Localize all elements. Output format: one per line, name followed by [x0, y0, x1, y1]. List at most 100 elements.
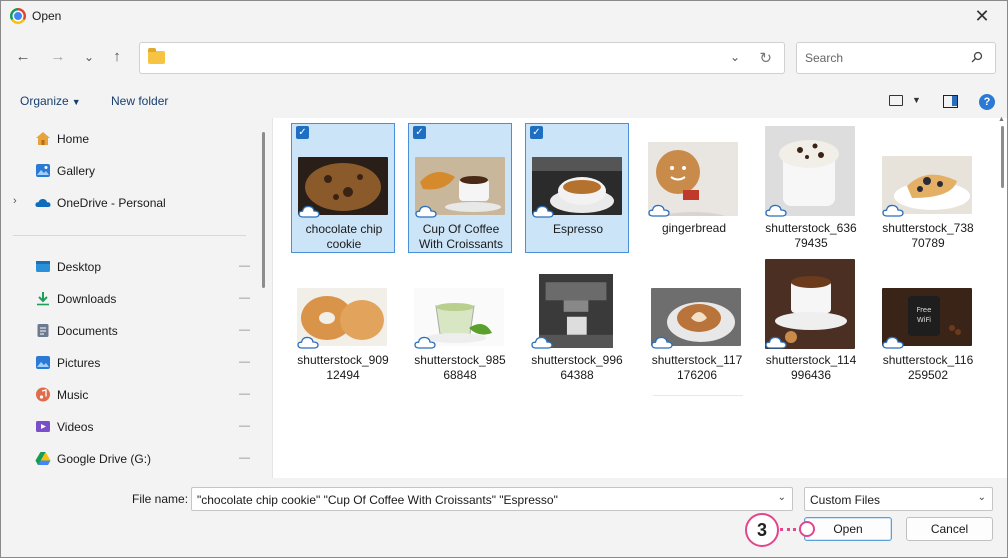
sidebar-item-gallery[interactable]: Gallery	[1, 157, 257, 185]
pin-icon: —	[239, 388, 250, 400]
forward-button[interactable]: →	[48, 47, 68, 67]
pin-icon: —	[239, 324, 250, 336]
checkbox-checked-icon[interactable]: ✓	[530, 126, 543, 139]
file-name-line1: shutterstock_909	[297, 353, 389, 367]
address-bar[interactable]: ⌄ ↻	[139, 42, 785, 74]
sidebar-item-label: Videos	[57, 420, 94, 434]
step-target-ring	[799, 521, 815, 537]
navigation-pane: Home Gallery › OneDrive - Personal Deskt…	[1, 118, 271, 478]
svg-text:Free: Free	[917, 306, 932, 314]
file-tile[interactable]: shutterstock_738 70789	[876, 123, 980, 253]
file-tile[interactable]: shutterstock_909 12494	[291, 255, 395, 385]
cloud-status-icon	[415, 205, 437, 218]
refresh-button[interactable]: ↻	[759, 49, 772, 67]
file-tile[interactable]: Free WiFi shutterstock_116 259502	[876, 255, 980, 385]
documents-icon	[37, 324, 49, 337]
expand-chevron-icon[interactable]: ›	[13, 195, 17, 207]
cloud-status-icon	[297, 336, 319, 349]
file-tile[interactable]: shutterstock_996 64388	[525, 255, 629, 385]
cloud-status-icon	[531, 336, 553, 349]
file-name-line2: 79435	[794, 236, 828, 250]
sidebar-item-videos[interactable]: Videos —	[1, 413, 257, 441]
file-name-line1: Espresso	[552, 222, 604, 236]
open-button[interactable]: Open	[804, 517, 892, 541]
command-bar: Organize ▼ New folder ▼ ?	[1, 87, 1007, 117]
file-type-value: Custom Files	[810, 493, 881, 507]
file-tile[interactable]: ✓ Cup Of Coffee With Croissants	[408, 123, 512, 253]
file-tile[interactable]: gingerbread	[642, 123, 746, 253]
onedrive-cloud-icon	[35, 198, 51, 207]
checkbox-checked-icon[interactable]: ✓	[413, 126, 426, 139]
partial-next-row-divider	[653, 395, 743, 396]
sidebar-item-label: Pictures	[57, 356, 101, 370]
search-input[interactable]: Search	[805, 51, 843, 65]
google-drive-icon	[35, 452, 51, 465]
cloud-status-icon	[882, 204, 904, 217]
pin-icon: —	[239, 260, 250, 272]
sidebar-item-music[interactable]: Music —	[1, 381, 257, 409]
preview-pane-icon[interactable]	[943, 95, 958, 108]
file-type-select[interactable]: Custom Files ⌄	[804, 487, 993, 511]
file-tile[interactable]: shutterstock_114 996436	[759, 255, 863, 385]
sidebar-item-label: Gallery	[57, 164, 96, 178]
view-options-caret-icon[interactable]: ▼	[912, 95, 921, 105]
file-name-line1: shutterstock_985	[414, 353, 506, 367]
file-tile[interactable]: ✓ Espresso	[525, 123, 629, 253]
cloud-status-icon	[298, 205, 320, 218]
up-button[interactable]: ↑	[107, 47, 127, 67]
pin-icon: —	[239, 452, 250, 464]
sidebar-item-pictures[interactable]: Pictures —	[1, 349, 257, 377]
close-button[interactable]: ✕	[971, 5, 993, 27]
file-name-line1: shutterstock_636	[765, 221, 857, 235]
help-icon[interactable]: ?	[979, 94, 995, 110]
new-folder-button[interactable]: New folder	[111, 94, 168, 108]
organize-button[interactable]: Organize ▼	[20, 94, 81, 108]
checkbox-checked-icon[interactable]: ✓	[296, 126, 309, 139]
file-tile[interactable]: shutterstock_117 176206	[645, 255, 749, 385]
sidebar-item-desktop[interactable]: Desktop —	[1, 253, 257, 281]
file-name-line1: shutterstock_116	[882, 353, 974, 367]
file-name-line1: chocolate chip	[305, 222, 383, 236]
sidebar-item-google-drive[interactable]: Google Drive (G:) —	[1, 445, 257, 473]
desktop-icon	[36, 261, 50, 272]
file-name-line2: 64388	[560, 368, 594, 382]
file-name-line2: 996436	[790, 368, 832, 382]
recent-locations-button[interactable]: ⌄	[79, 47, 99, 67]
cancel-button[interactable]: Cancel	[906, 517, 993, 541]
file-tile[interactable]: shutterstock_636 79435	[759, 123, 863, 253]
file-name-line1: gingerbread	[661, 221, 727, 235]
file-name-line2: 70789	[911, 236, 945, 250]
back-button[interactable]: ←	[13, 47, 33, 67]
file-name-input[interactable]: "chocolate chip cookie" "Cup Of Coffee W…	[191, 487, 793, 511]
sidebar-item-label: Documents	[57, 324, 118, 338]
sidebar-scrollbar-thumb[interactable]	[262, 132, 265, 288]
sidebar-item-label: Downloads	[57, 292, 117, 306]
sidebar-item-documents[interactable]: Documents —	[1, 317, 257, 345]
change-view-icon[interactable]	[889, 95, 903, 106]
music-icon	[36, 387, 50, 402]
file-name-line2: With Croissants	[418, 237, 504, 251]
file-tile[interactable]: ✓ chocolate chip cookie	[291, 123, 395, 253]
downloads-icon	[37, 292, 49, 306]
cloud-status-icon	[532, 205, 554, 218]
videos-icon	[36, 421, 50, 432]
chevron-down-icon[interactable]: ⌄	[778, 492, 786, 503]
file-tile[interactable]: shutterstock_985 68848	[408, 255, 512, 385]
sidebar-item-label: Desktop	[57, 260, 102, 274]
file-name-value: "chocolate chip cookie" "Cup Of Coffee W…	[197, 493, 558, 507]
title-bar: Open ✕	[1, 1, 1007, 31]
file-name-line2: cookie	[326, 237, 362, 251]
sidebar-item-onedrive[interactable]: › OneDrive - Personal	[1, 189, 257, 217]
home-icon	[36, 132, 50, 145]
sidebar-item-downloads[interactable]: Downloads —	[1, 285, 257, 313]
chevron-down-icon[interactable]: ⌄	[978, 492, 986, 503]
file-list-scrollbar-thumb[interactable]	[1001, 126, 1004, 188]
file-name-line2: 68848	[443, 368, 477, 382]
search-box[interactable]: Search	[796, 42, 996, 74]
sidebar-item-home[interactable]: Home	[1, 125, 257, 153]
file-name-line1: shutterstock_117	[651, 353, 743, 367]
gallery-icon	[36, 164, 50, 177]
address-history-dropdown[interactable]: ⌄	[730, 50, 740, 64]
scroll-up-arrow-icon[interactable]: ▲	[998, 116, 1005, 123]
cloud-status-icon	[882, 336, 904, 349]
